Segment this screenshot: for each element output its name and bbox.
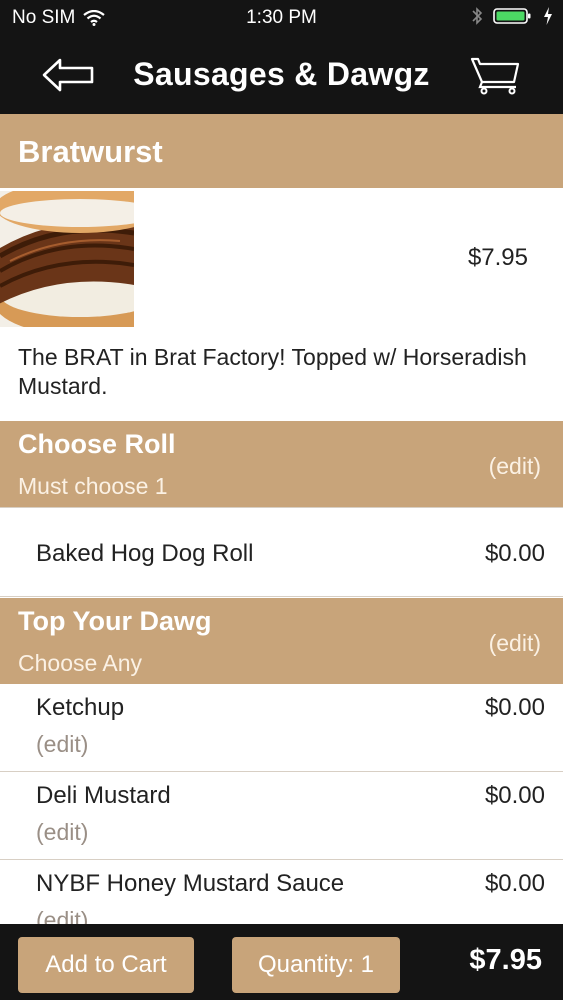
total-price: $7.95 xyxy=(469,944,542,976)
add-to-cart-button[interactable]: Add to Cart xyxy=(18,937,194,993)
item-description: The BRAT in Brat Factory! Topped w/ Hors… xyxy=(18,344,527,399)
option-name: Ketchup xyxy=(36,694,125,721)
item-summary: $7.95 xyxy=(0,188,563,328)
bluetooth-icon xyxy=(472,7,483,25)
navigation-bar: Sausages & Dawgz xyxy=(0,36,563,114)
item-name-header: Bratwurst xyxy=(0,114,563,188)
section-header-top-your-dawg: Top Your Dawg Choose Any (edit) xyxy=(0,598,563,684)
bottom-bar: Add to Cart Quantity: 1 $7.95 xyxy=(0,924,563,1000)
option-price: $0.00 xyxy=(484,540,545,567)
option-name: NYBF Honey Mustard Sauce xyxy=(36,870,345,897)
cart-button[interactable] xyxy=(470,56,522,96)
option-edit-link[interactable]: (edit) xyxy=(36,819,88,846)
option-price: $0.00 xyxy=(484,782,545,809)
section-subtitle: Choose Any xyxy=(18,650,143,676)
option-name: Deli Mustard xyxy=(36,782,171,809)
section-edit-link[interactable]: (edit) xyxy=(489,630,541,657)
charging-icon xyxy=(544,7,552,25)
option-edit-link[interactable]: (edit) xyxy=(36,731,88,758)
item-price: $7.95 xyxy=(467,244,528,271)
option-price: $0.00 xyxy=(484,870,545,897)
divider xyxy=(0,596,563,597)
section-title: Top Your Dawg xyxy=(18,606,212,636)
option-row-deli-mustard[interactable]: Deli Mustard $0.00 (edit) xyxy=(0,772,563,858)
item-image xyxy=(0,191,134,327)
quantity-button[interactable]: Quantity: 1 xyxy=(232,937,400,993)
section-title: Choose Roll xyxy=(18,429,176,459)
status-bar: No SIM 1:30 PM xyxy=(0,0,563,36)
status-right xyxy=(471,6,553,26)
section-subtitle: Must choose 1 xyxy=(18,473,168,499)
section-edit-link[interactable]: (edit) xyxy=(489,453,541,480)
section-header-choose-roll: Choose Roll Must choose 1 (edit) xyxy=(0,421,563,507)
option-edit-link[interactable]: (edit) xyxy=(36,907,88,924)
cart-icon xyxy=(470,57,520,95)
option-row-hot-dog-roll[interactable]: Baked Hog Dog Roll $0.00 xyxy=(0,508,563,596)
option-name: Baked Hog Dog Roll xyxy=(36,540,254,567)
bratwurst-image xyxy=(0,191,134,327)
option-price: $0.00 xyxy=(484,694,545,721)
option-row-honey-mustard[interactable]: NYBF Honey Mustard Sauce $0.00 (edit) xyxy=(0,860,563,924)
battery-icon xyxy=(493,8,531,24)
option-row-ketchup[interactable]: Ketchup $0.00 (edit) xyxy=(0,684,563,770)
